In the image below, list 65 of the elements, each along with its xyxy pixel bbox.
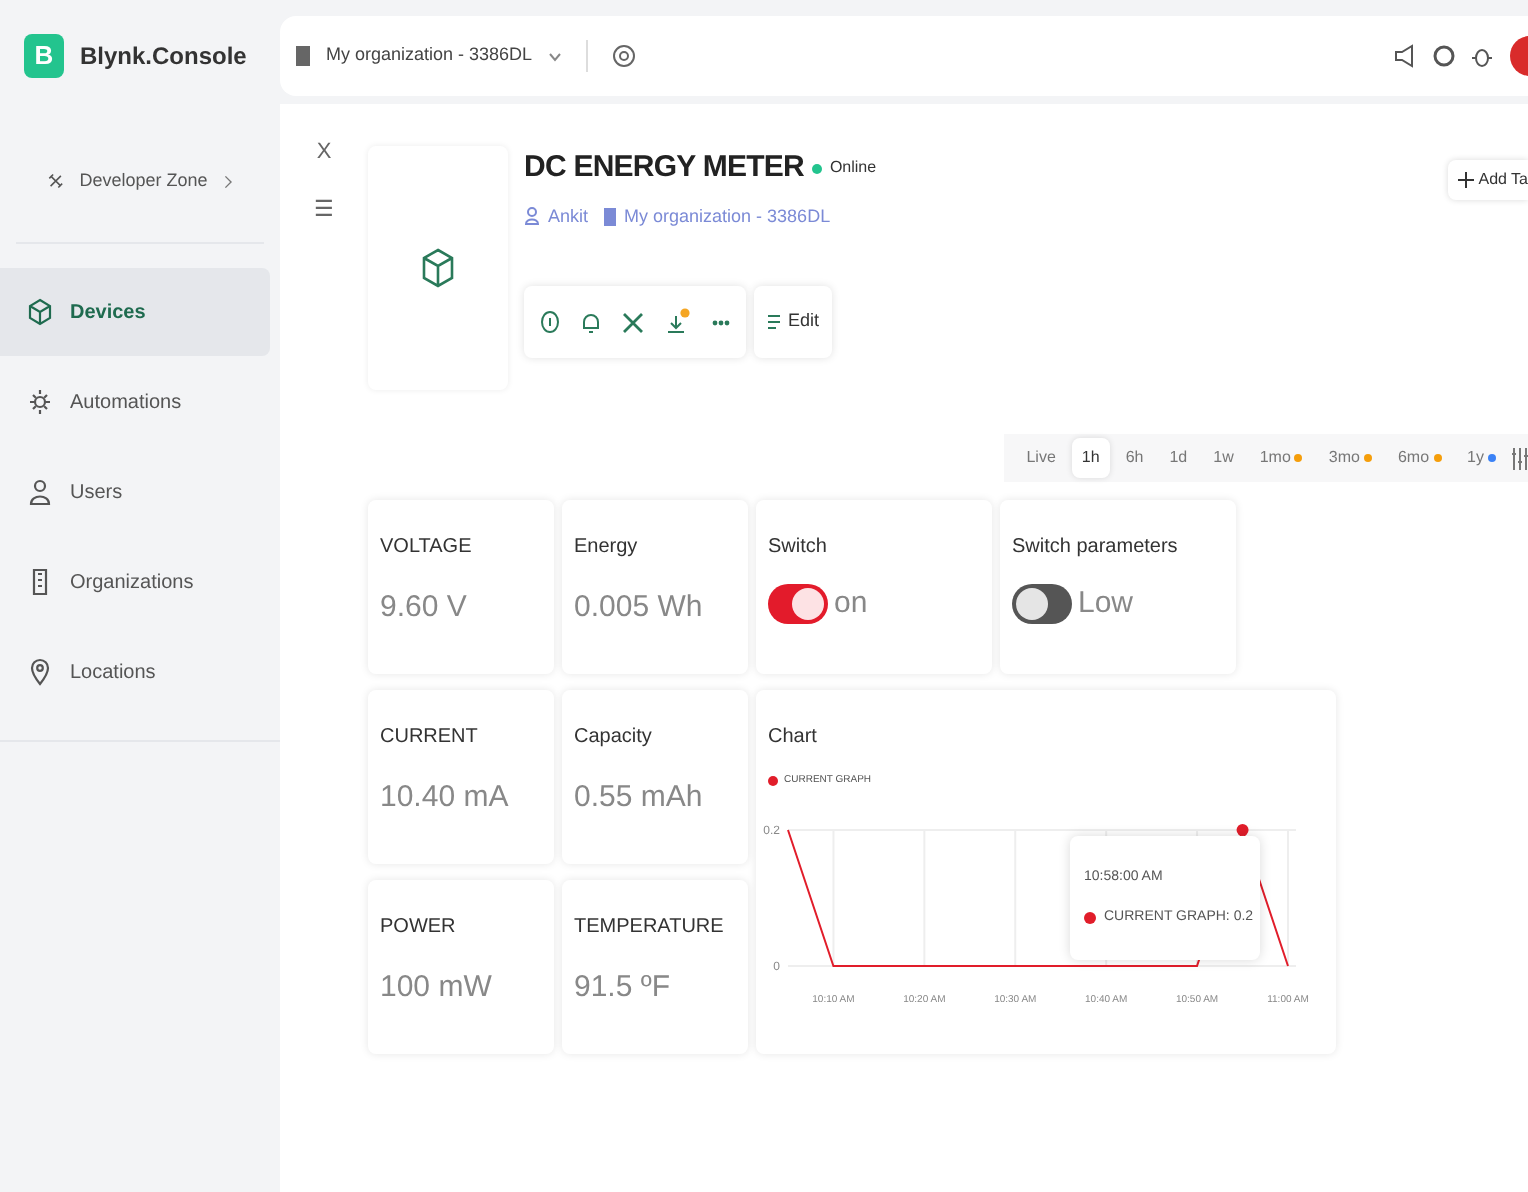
edit-icon: [766, 313, 782, 331]
status-label: Online: [829, 156, 877, 181]
widget-title: POWER: [380, 914, 458, 942]
sidebar-item[interactable]: Devices: [0, 268, 270, 356]
sun-icon: [28, 388, 52, 416]
megaphone-icon[interactable]: [1392, 44, 1416, 68]
time-range-tab[interactable]: 6h: [1115, 438, 1154, 478]
time-range-tab[interactable]: 1y: [1457, 438, 1506, 478]
data-point: [1236, 823, 1249, 835]
user-icon: [28, 478, 52, 506]
add-tag-button[interactable]: Add Ta: [1448, 160, 1528, 200]
organization-selector[interactable]: My organization - 3386DL: [326, 42, 533, 70]
edit-button[interactable]: Edit: [754, 286, 832, 358]
widget-title: Switch parameters: [1012, 534, 1180, 562]
time-range-tab[interactable]: Live: [1016, 438, 1066, 478]
toggle-switch[interactable]: [768, 584, 828, 625]
time-range-tab[interactable]: 1d: [1159, 438, 1198, 478]
time-range-tab[interactable]: 1h: [1071, 438, 1110, 478]
device-title: DC ENERGY METER: [524, 148, 804, 188]
widget-value: 0.55 mAh: [574, 778, 705, 818]
widget-title: Energy: [574, 534, 640, 562]
info-icon[interactable]: [540, 310, 560, 334]
sidebar-item[interactable]: Automations: [0, 358, 270, 446]
widget-value: 10.40 mA: [380, 778, 511, 818]
sliders-icon[interactable]: [1512, 447, 1528, 469]
time-range-tab[interactable]: 1mo: [1249, 438, 1313, 478]
download-icon[interactable]: [666, 308, 690, 336]
user-icon: [524, 206, 540, 227]
settings-icon[interactable]: [612, 44, 637, 68]
time-range-tab[interactable]: 1w: [1203, 438, 1244, 478]
brand-name: Blynk.Console: [80, 40, 247, 74]
close-button[interactable]: X: [316, 136, 332, 169]
avatar-icon[interactable]: [1508, 34, 1528, 78]
chart-title: Chart: [768, 724, 819, 752]
chevron-down-icon: [548, 51, 563, 61]
time-range-tab[interactable]: 3mo: [1318, 438, 1382, 478]
circle-icon[interactable]: [1432, 44, 1456, 68]
owner-link[interactable]: Ankit: [548, 203, 589, 230]
sidebar-item[interactable]: Organizations: [0, 538, 270, 626]
widget-title: Switch: [768, 534, 829, 562]
switch-label: on: [834, 584, 868, 624]
pin-icon: [28, 658, 52, 686]
widget-value: 91.5 ºF: [574, 968, 673, 1008]
cube-icon: [28, 298, 52, 326]
toggle-switch[interactable]: [1012, 584, 1072, 625]
chevron-right-icon: [223, 171, 232, 191]
widget-title: TEMPERATURE: [574, 914, 726, 942]
more-icon[interactable]: [712, 319, 730, 325]
time-range-tab[interactable]: 6mo: [1387, 438, 1452, 478]
sidebar-item[interactable]: Users: [0, 448, 270, 536]
widget-title: Capacity: [574, 724, 654, 752]
menu-button[interactable]: ☰: [314, 193, 334, 226]
switch-label: Low: [1078, 584, 1134, 624]
plus-icon: [1458, 172, 1475, 188]
cube-icon: [422, 248, 454, 288]
widget-value: 0.005 Wh: [574, 588, 705, 628]
sidebar-item[interactable]: Developer Zone: [79, 167, 208, 195]
sidebar-item[interactable]: Locations: [0, 628, 270, 716]
widget-title: CURRENT: [380, 724, 480, 752]
widget-value: 9.60 V: [380, 588, 469, 628]
logo-icon: B: [24, 34, 64, 78]
widget-title: VOLTAGE: [380, 534, 474, 562]
widget-value: 100 mW: [380, 968, 494, 1008]
organization-link[interactable]: My organization - 3386DL: [624, 203, 831, 230]
bell-icon[interactable]: [582, 311, 600, 333]
